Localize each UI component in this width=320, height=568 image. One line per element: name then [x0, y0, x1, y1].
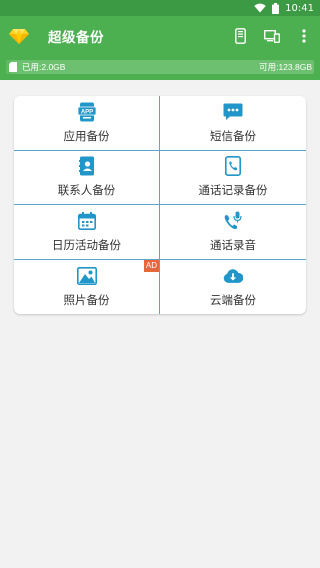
sms-backup-label: 短信备份 [210, 128, 256, 143]
call-record-item[interactable]: 通话录音 [160, 205, 306, 260]
more-menu-icon[interactable] [288, 20, 320, 52]
calendar-backup-item[interactable]: 日历活动备份 [14, 205, 160, 260]
storage-used-label: 已用:2.0GB [22, 62, 66, 72]
app-bar: 超级备份 [0, 16, 320, 56]
call-log-backup-label: 通话记录备份 [198, 183, 268, 198]
ad-badge: AD [143, 259, 159, 272]
call-record-label: 通话录音 [210, 237, 256, 252]
storage-progress-bar: 已用:2.0GB 可用:123.8GB [6, 60, 314, 74]
backup-menu-card: APP 应用备份 短信备份 联系人备份 通话记录备份 日历活动备份 通话录音 A… [14, 96, 306, 314]
status-bar: 10:41 [0, 0, 320, 16]
storage-free-label: 可用:123.8GB [259, 62, 312, 72]
wifi-icon [254, 3, 266, 13]
app-backup-label: 应用备份 [63, 128, 110, 143]
photo-backup-label: 照片备份 [63, 292, 110, 307]
diamond-logo-icon [8, 25, 30, 47]
call-record-icon [223, 211, 243, 231]
phone-device-icon[interactable] [224, 20, 256, 52]
app-title: 超级备份 [48, 30, 104, 46]
cloud-backup-item[interactable]: 云端备份 [160, 260, 306, 315]
contacts-backup-label: 联系人备份 [57, 183, 116, 198]
contacts-backup-item[interactable]: 联系人备份 [14, 150, 160, 205]
battery-icon [272, 2, 280, 14]
photo-icon [76, 266, 97, 286]
contacts-icon [77, 156, 97, 176]
call-log-backup-item[interactable]: 通话记录备份 [160, 151, 306, 205]
status-time: 10:41 [285, 2, 314, 14]
sms-icon [223, 102, 243, 122]
storage-row: 已用:2.0GB 可用:123.8GB [0, 56, 320, 80]
transfer-devices-icon[interactable] [256, 20, 288, 52]
sd-card-icon [9, 62, 17, 72]
cloud-icon [223, 266, 243, 286]
call-log-icon [223, 156, 243, 177]
app-backup-item[interactable]: APP 应用备份 [14, 96, 160, 151]
app-icon: APP [77, 102, 97, 122]
sms-backup-item[interactable]: 短信备份 [160, 96, 306, 151]
calendar-icon [77, 211, 97, 231]
calendar-backup-label: 日历活动备份 [52, 237, 121, 252]
cloud-backup-label: 云端备份 [210, 292, 256, 307]
svg-text:APP: APP [80, 109, 92, 115]
photo-backup-item[interactable]: AD 照片备份 [14, 259, 160, 314]
